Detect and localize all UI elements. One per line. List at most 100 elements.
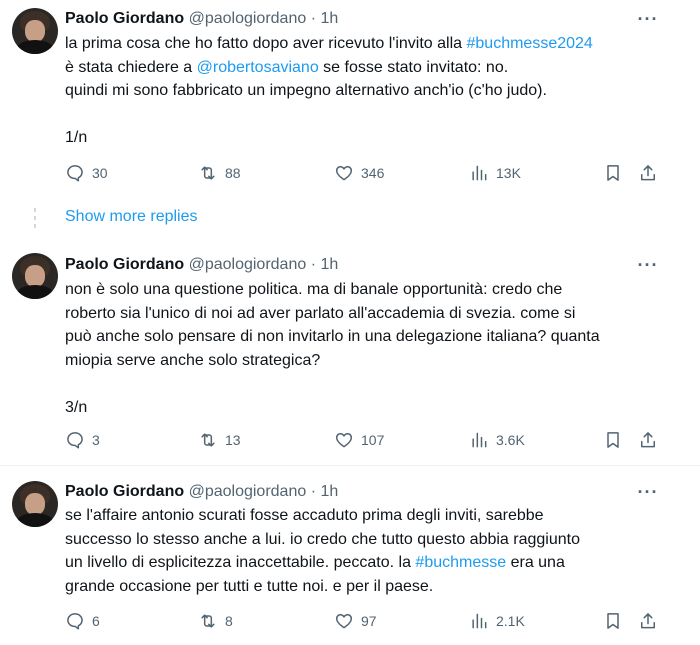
analytics-icon — [472, 432, 487, 448]
like-button[interactable]: 107 — [334, 428, 384, 452]
tweet-text-line: roberto sia l'unico di noi ad aver parla… — [65, 302, 675, 326]
tweet-text-line: è stata chiedere a @robertosaviano se fo… — [65, 56, 675, 80]
tweet-text: se l'affaire antonio scurati fosse accad… — [65, 504, 675, 598]
like-count: 97 — [361, 613, 377, 629]
reply-icon — [67, 165, 83, 182]
hashtag-link[interactable]: #buchmesse — [415, 554, 506, 571]
views-button[interactable]: 3.6K — [469, 428, 525, 452]
tweet-text-segment: roberto sia l'unico di noi ad aver parla… — [65, 304, 576, 322]
retweet-icon — [201, 433, 215, 447]
reply-count: 6 — [92, 613, 100, 629]
views-button[interactable]: 13K — [469, 161, 521, 185]
tweet-text-line — [65, 103, 675, 127]
retweet-count: 88 — [225, 165, 241, 181]
like-button[interactable]: 97 — [334, 609, 377, 633]
tweet-text-line: non è solo una questione politica. ma di… — [65, 278, 675, 302]
bookmark-button[interactable] — [603, 428, 623, 452]
tweet-text-segment: se l'affaire antonio scurati fosse accad… — [65, 507, 544, 524]
heart-icon — [335, 166, 353, 181]
tweet-time[interactable]: · 1h — [311, 10, 339, 27]
author-handle[interactable]: @paologiordano — [189, 483, 307, 500]
retweet-button[interactable]: 88 — [198, 161, 241, 185]
reply-button[interactable]: 30 — [65, 161, 108, 185]
retweet-icon — [201, 166, 215, 180]
author-handle[interactable]: @paologiordano — [189, 256, 307, 273]
tweet-text-segment: può anche solo pensare di non invitarlo … — [65, 328, 600, 345]
share-icon — [641, 613, 655, 629]
tweet-divider — [0, 465, 700, 466]
tweet-1[interactable]: Paolo Giordano @paologiordano · 1h ··· l… — [0, 0, 700, 200]
bookmark-icon — [607, 165, 619, 181]
bookmark-button[interactable] — [603, 161, 623, 185]
tweet-text-line: può anche solo pensare di non invitarlo … — [65, 325, 675, 349]
tweet-header: Paolo Giordano @paologiordano · 1h — [65, 254, 338, 276]
retweet-count: 13 — [225, 432, 241, 448]
author-name[interactable]: Paolo Giordano — [65, 10, 184, 27]
show-more-replies-link[interactable]: Show more replies — [65, 206, 198, 228]
tweet-text-line: grande occasione per tutti e tutte noi. … — [65, 575, 675, 599]
tweet-actions: 30 88 346 13K — [65, 161, 665, 185]
view-count: 2.1K — [496, 613, 525, 629]
retweet-button[interactable]: 13 — [198, 428, 241, 452]
analytics-icon — [472, 165, 487, 181]
tweet-text-segment: 3/n — [65, 398, 88, 416]
heart-icon — [335, 614, 353, 629]
share-icon — [641, 165, 655, 181]
tweet-text-segment: era una — [506, 554, 565, 571]
author-handle[interactable]: @paologiordano — [189, 10, 307, 27]
tweet-actions: 6 8 97 2.1K — [65, 609, 665, 633]
tweet-time[interactable]: · 1h — [311, 256, 339, 273]
share-button[interactable] — [638, 428, 658, 452]
share-button[interactable] — [638, 609, 658, 633]
tweet-header: Paolo Giordano @paologiordano · 1h — [65, 8, 338, 30]
tweet-text-segment: grande occasione per tutti e tutte noi. … — [65, 577, 434, 595]
hashtag-link[interactable]: #buchmesse2024 — [467, 35, 593, 52]
author-name[interactable]: Paolo Giordano — [65, 256, 184, 273]
tweet-text-line — [65, 372, 675, 396]
reply-button[interactable]: 3 — [65, 428, 100, 452]
like-count: 107 — [361, 432, 385, 448]
tweet-text-segment: un livello di esplicitezza inaccettabile… — [65, 554, 416, 571]
retweet-icon — [201, 614, 215, 628]
reply-button[interactable]: 6 — [65, 609, 100, 633]
avatar[interactable] — [12, 8, 58, 54]
reply-count: 3 — [92, 432, 100, 448]
author-name[interactable]: Paolo Giordano — [65, 483, 184, 500]
bookmark-button[interactable] — [603, 609, 623, 633]
tweet-2[interactable]: Paolo Giordano @paologiordano · 1h ··· n… — [0, 245, 700, 465]
tweet-time[interactable]: · 1h — [311, 483, 339, 500]
reply-icon — [67, 613, 83, 630]
reply-icon — [67, 432, 83, 449]
thread-connector — [34, 216, 36, 220]
tweet-text: non è solo una questione politica. ma di… — [65, 278, 675, 419]
more-options-icon[interactable]: ··· — [637, 10, 659, 34]
tweet-text-segment: la prima cosa che ho fatto dopo aver ric… — [65, 35, 467, 52]
view-count: 3.6K — [496, 432, 525, 448]
tweet-text-line: 1/n — [65, 126, 675, 150]
more-options-icon[interactable]: ··· — [637, 256, 659, 280]
tweet-text-segment: successo lo stesso anche a lui. io credo… — [65, 530, 580, 548]
share-button[interactable] — [638, 161, 658, 185]
bookmark-icon — [607, 432, 619, 448]
mention-link[interactable]: @robertosaviano — [197, 59, 319, 76]
reply-count: 30 — [92, 165, 108, 181]
tweet-text-segment: quindi mi sono fabbricato un impegno alt… — [65, 82, 547, 99]
tweet-3[interactable]: Paolo Giordano @paologiordano · 1h ··· s… — [0, 473, 700, 645]
thread-connector — [34, 208, 36, 212]
heart-icon — [335, 433, 353, 448]
avatar[interactable] — [12, 253, 58, 299]
tweet-text-line: la prima cosa che ho fatto dopo aver ric… — [65, 32, 675, 56]
avatar[interactable] — [12, 481, 58, 527]
tweet-text-segment: è stata chiedere a — [65, 58, 197, 76]
view-count: 13K — [496, 165, 521, 181]
tweet-text-line: successo lo stesso anche a lui. io credo… — [65, 528, 675, 552]
tweet-header: Paolo Giordano @paologiordano · 1h — [65, 481, 338, 503]
like-button[interactable]: 346 — [334, 161, 384, 185]
tweet-text-line: un livello di esplicitezza inaccettabile… — [65, 551, 675, 575]
views-button[interactable]: 2.1K — [469, 609, 525, 633]
tweet-text-line: quindi mi sono fabbricato un impegno alt… — [65, 79, 675, 103]
tweet-text-segment: non è solo una questione politica. ma di… — [65, 281, 563, 298]
retweet-button[interactable]: 8 — [198, 609, 233, 633]
tweet-text: la prima cosa che ho fatto dopo aver ric… — [65, 32, 675, 150]
tweet-text-segment: se fosse stato invitato: no. — [318, 58, 509, 76]
